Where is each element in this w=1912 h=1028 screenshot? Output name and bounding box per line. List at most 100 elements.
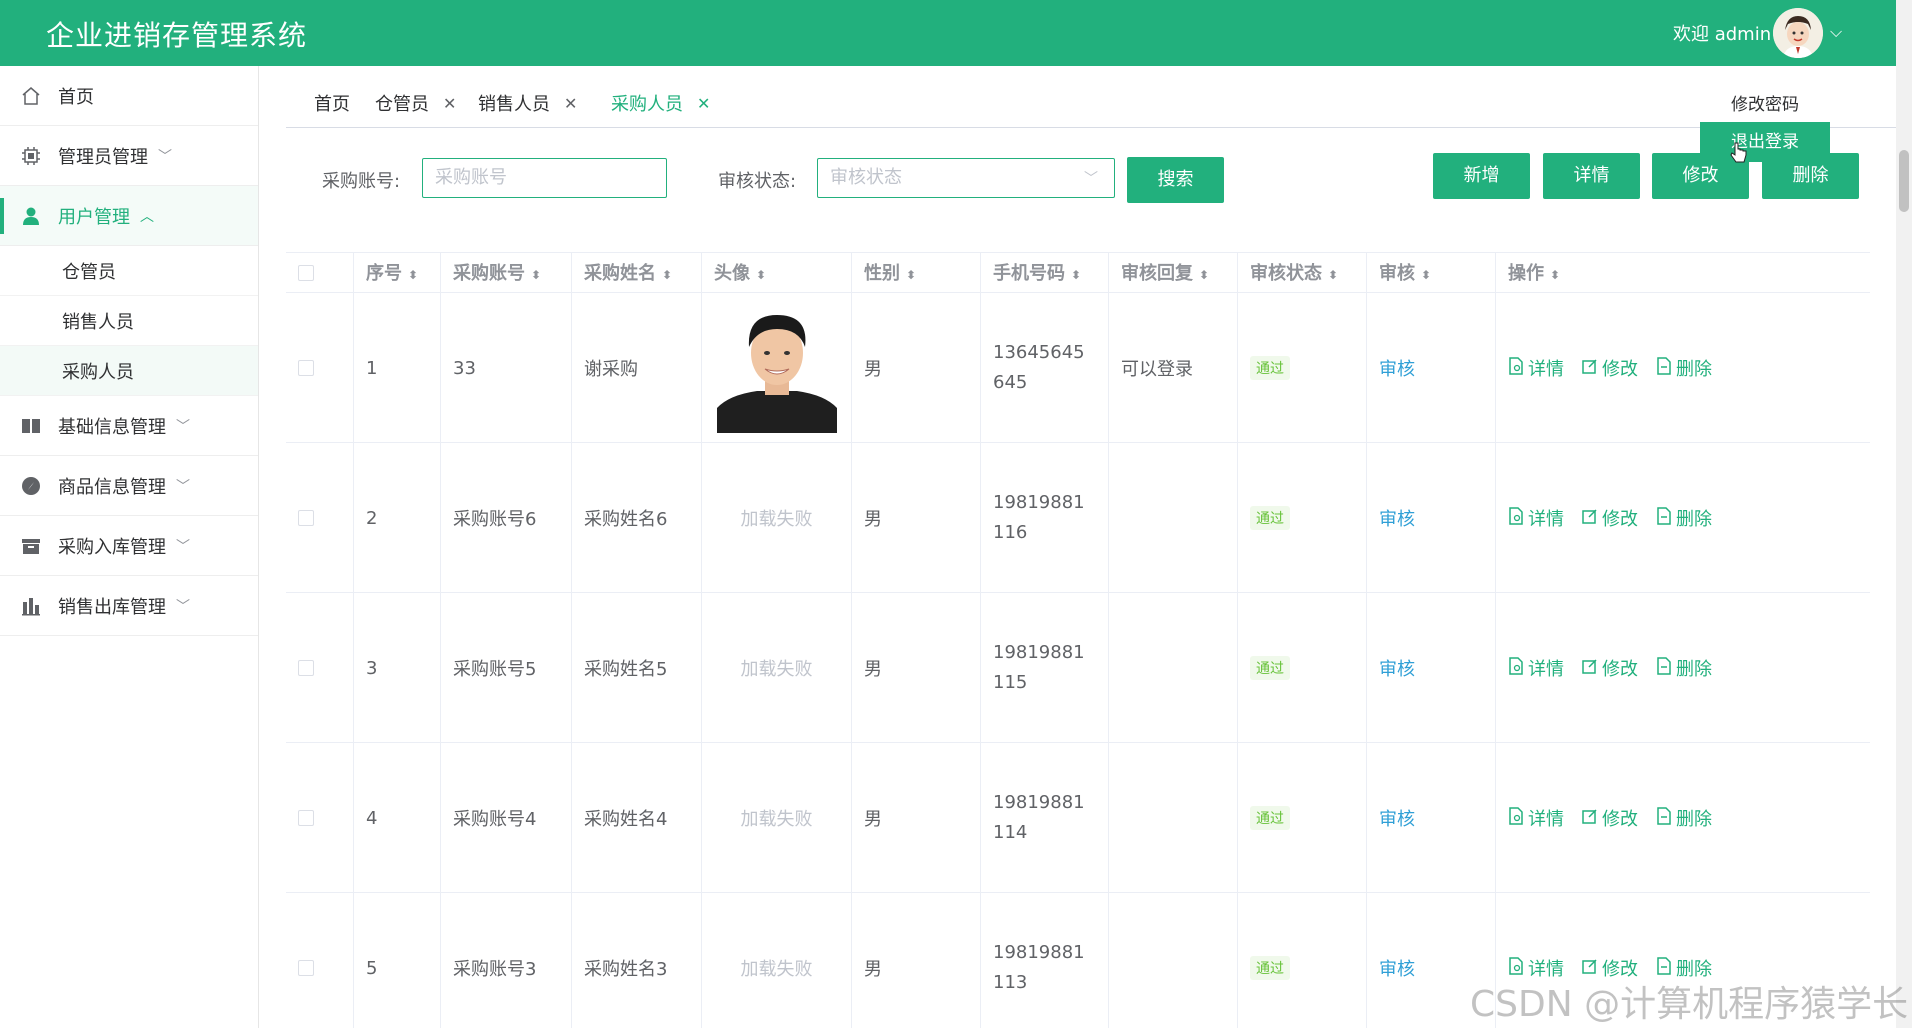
sidebar-item-admin[interactable]: 管理员管理 ﹀ — [0, 126, 258, 186]
chevron-down-icon: ﹀ — [176, 478, 190, 495]
tab-purchaser[interactable]: 采购人员 ✕ — [611, 90, 710, 116]
gender-cell: 男 — [852, 293, 981, 443]
sort-icon[interactable]: ⬍ — [1071, 268, 1081, 282]
sort-icon[interactable]: ⬍ — [408, 268, 418, 282]
search-button[interactable]: 搜索 — [1127, 157, 1224, 203]
logout-item[interactable]: 退出登录 — [1700, 122, 1830, 162]
close-icon[interactable]: ✕ — [564, 94, 577, 113]
column-header[interactable]: 操作 ⬍ — [1496, 253, 1870, 294]
audit-link[interactable]: 审核 — [1379, 355, 1415, 381]
column-header[interactable]: 序号 ⬍ — [354, 253, 441, 294]
row-detail-button[interactable]: 详情 — [1508, 805, 1564, 831]
sidebar-item-label: 管理员管理 — [58, 146, 148, 168]
row-delete-button[interactable]: 删除 — [1656, 805, 1712, 831]
sort-icon[interactable]: ⬍ — [1199, 268, 1209, 282]
sidebar-item-purchase-in[interactable]: 采购入库管理 ﹀ — [0, 516, 258, 576]
sort-icon[interactable]: ⬍ — [1421, 268, 1431, 282]
chevron-down-icon: ﹀ — [176, 538, 190, 555]
app-title: 企业进销存管理系统 — [46, 19, 308, 52]
audit-link[interactable]: 审核 — [1379, 805, 1415, 831]
sidebar-subitem-warehouse[interactable]: 仓管员 — [0, 246, 258, 296]
row-edit-button[interactable]: 修改 — [1582, 505, 1638, 531]
sidebar-item-users[interactable]: 用户管理 ︿ — [0, 186, 258, 246]
op-label: 删除 — [1676, 509, 1712, 530]
row-edit-button[interactable]: 修改 — [1582, 805, 1638, 831]
bar-chart-icon — [20, 595, 42, 617]
change-password-item[interactable]: 修改密码 — [1700, 90, 1830, 120]
sort-icon[interactable]: ⬍ — [1328, 268, 1338, 282]
status-cell: 通过 — [1238, 443, 1367, 593]
sort-icon[interactable]: ⬍ — [906, 268, 916, 282]
sidebar-subitem-purchaser[interactable]: 采购人员 — [0, 346, 258, 396]
status-badge: 通过 — [1250, 806, 1290, 830]
user-avatar[interactable] — [1773, 8, 1823, 58]
chevron-down-icon[interactable]: ⌵ — [1830, 22, 1842, 42]
checkbox[interactable] — [298, 660, 314, 676]
audit-link[interactable]: 审核 — [1379, 655, 1415, 681]
sort-icon[interactable]: ⬍ — [662, 268, 672, 282]
tab-warehouse[interactable]: 仓管员 ✕ — [375, 90, 456, 116]
tab-bar: 首页 仓管员 ✕ 销售人员 ✕ 采购人员 ✕ — [286, 80, 1896, 128]
index-cell: 5 — [354, 893, 441, 1028]
status-cell: 通过 — [1238, 593, 1367, 743]
tab-home[interactable]: 首页 — [314, 90, 350, 116]
sidebar-subitem-sales[interactable]: 销售人员 — [0, 296, 258, 346]
image-load-failed: 加载失败 — [740, 809, 813, 830]
phone-value: 19819881115 — [993, 642, 1085, 693]
op-label: 修改 — [1602, 809, 1638, 830]
sort-icon[interactable]: ⬍ — [756, 268, 766, 282]
row-detail-button[interactable]: 详情 — [1508, 655, 1564, 681]
scrollbar-thumb[interactable] — [1899, 150, 1909, 212]
column-header[interactable]: 采购账号 ⬍ — [441, 253, 572, 294]
edit-icon — [1582, 508, 1598, 529]
tab-sales[interactable]: 销售人员 ✕ — [478, 90, 577, 116]
header-select-all[interactable] — [286, 253, 354, 294]
image-load-failed: 加载失败 — [740, 659, 813, 680]
checkbox[interactable] — [298, 960, 314, 976]
watermark: CSDN @计算机程序猿学长 — [1470, 984, 1909, 1025]
column-header[interactable]: 头像 ⬍ — [702, 253, 852, 294]
sidebar-item-goods-info[interactable]: 商品信息管理 ﹀ — [0, 456, 258, 516]
audit-link[interactable]: 审核 — [1379, 955, 1415, 981]
row-delete-button[interactable]: 删除 — [1656, 505, 1712, 531]
box-icon — [20, 535, 42, 557]
column-header[interactable]: 性别 ⬍ — [852, 253, 981, 294]
add-button[interactable]: 新增 — [1433, 153, 1530, 199]
checkbox[interactable] — [298, 360, 314, 376]
sidebar-item-base-info[interactable]: 基础信息管理 ﹀ — [0, 396, 258, 456]
sort-icon[interactable]: ⬍ — [1550, 268, 1560, 282]
status-filter-label: 审核状态: — [718, 171, 797, 192]
column-header[interactable]: 审核状态 ⬍ — [1238, 253, 1367, 294]
column-header[interactable]: 审核 ⬍ — [1367, 253, 1496, 294]
pointer-cursor-icon — [1730, 142, 1748, 169]
chevron-down-icon: ﹀ — [1084, 171, 1098, 187]
audit-link[interactable]: 审核 — [1379, 505, 1415, 531]
sidebar-item-label: 基础信息管理 — [58, 416, 166, 438]
tab-label: 首页 — [314, 94, 350, 115]
detail-button[interactable]: 详情 — [1543, 153, 1640, 199]
close-icon[interactable]: ✕ — [443, 94, 456, 113]
row-detail-button[interactable]: 详情 — [1508, 505, 1564, 531]
row-delete-button[interactable]: 删除 — [1656, 355, 1712, 381]
row-delete-button[interactable]: 删除 — [1656, 655, 1712, 681]
column-header[interactable]: 手机号码 ⬍ — [981, 253, 1109, 294]
row-detail-button[interactable]: 详情 — [1508, 355, 1564, 381]
row-edit-button[interactable]: 修改 — [1582, 655, 1638, 681]
sidebar-item-home[interactable]: 首页 — [0, 66, 258, 126]
avatar-cell: 加载失败 — [702, 743, 852, 893]
checkbox[interactable] — [298, 265, 314, 281]
index-cell: 2 — [354, 443, 441, 593]
home-icon — [20, 85, 42, 107]
status-select[interactable]: 审核状态 — [817, 158, 1115, 198]
sort-icon[interactable]: ⬍ — [531, 268, 541, 282]
checkbox[interactable] — [298, 510, 314, 526]
column-header[interactable]: 采购姓名 ⬍ — [572, 253, 702, 294]
account-search-input[interactable]: 采购账号 — [422, 158, 667, 198]
row-select-cell — [286, 293, 354, 443]
row-edit-button[interactable]: 修改 — [1582, 355, 1638, 381]
sidebar-item-sales-out[interactable]: 销售出库管理 ﹀ — [0, 576, 258, 636]
status-badge: 通过 — [1250, 506, 1290, 530]
checkbox[interactable] — [298, 810, 314, 826]
column-header[interactable]: 审核回复 ⬍ — [1109, 253, 1238, 294]
close-icon[interactable]: ✕ — [697, 94, 710, 113]
